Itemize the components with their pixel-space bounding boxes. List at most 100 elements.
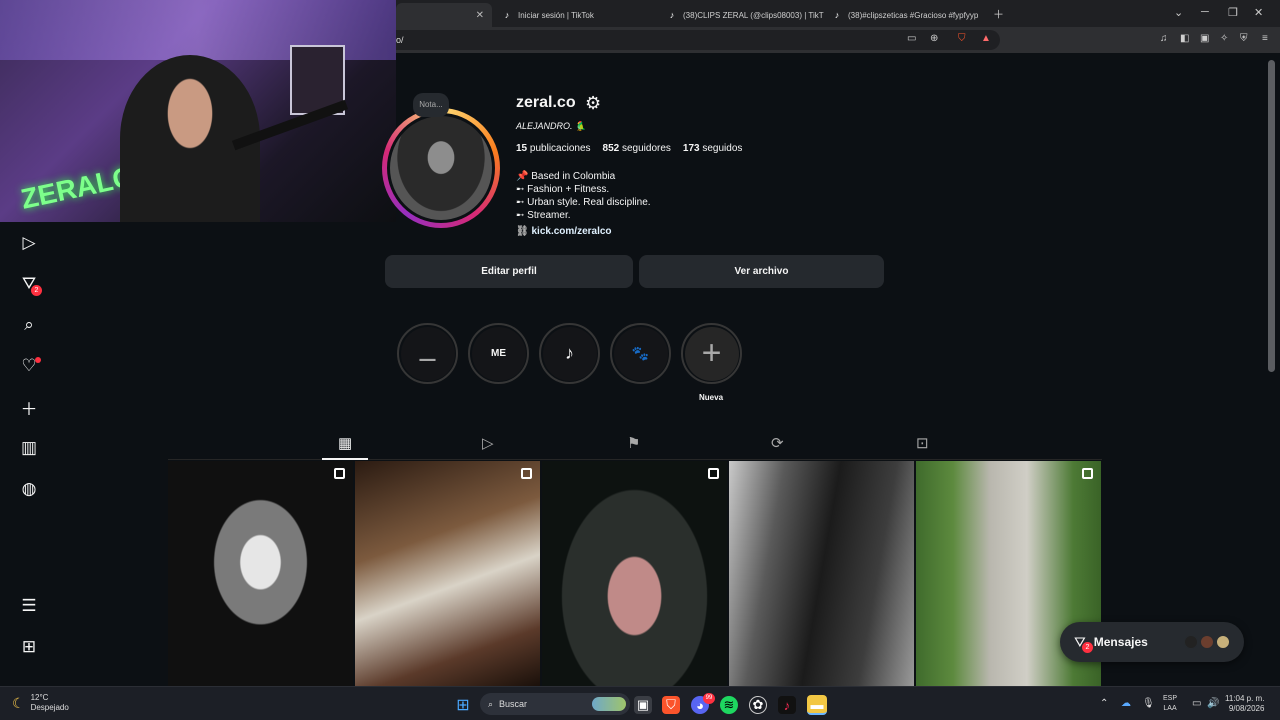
music-note-icon: ♪ <box>542 326 597 381</box>
volume-icon[interactable]: 🔊 <box>1207 698 1219 709</box>
more-menu-icon[interactable]: ☰ <box>19 596 39 616</box>
tab-saved-bookmark-icon[interactable]: ⚑ <box>627 434 640 452</box>
cast-icon[interactable]: ▭ <box>907 33 916 44</box>
tab-posts-grid-icon[interactable]: ▦ <box>338 434 352 452</box>
highlight-me[interactable]: ME <box>468 323 529 384</box>
tiktok-icon: ♪ <box>504 10 510 20</box>
browser-tab-clips[interactable]: ♪ (38)CLIPS ZERAL (@clips08003) | TikT <box>659 3 824 27</box>
highlight-new[interactable]: + <box>681 323 742 384</box>
tab-tagged-icon[interactable]: ⊡ <box>916 434 929 452</box>
tab-title: (38)#clipszeticas #Gracioso #fypfyyp <box>848 10 979 20</box>
screen: ✕ ♪ Iniciar sesión | TikTok ♪ (38)CLIPS … <box>0 0 1280 720</box>
windows-taskbar: ☾ 12°C Despejado ⊞ ⌕ Buscar ▣ ⛉ ◕ 99 ≋ ✿… <box>0 686 1280 720</box>
restore-icon[interactable]: ❐ <box>1228 6 1238 19</box>
notifications-dot <box>35 357 41 363</box>
following-label: seguidos <box>702 143 743 154</box>
brave-rewards-icon[interactable]: ▲ <box>981 33 991 44</box>
vpn-icon[interactable]: ⛨ <box>1240 33 1248 44</box>
brave-shield-icon[interactable]: ⛉ <box>958 33 966 44</box>
bio-line: ➸ Urban style. Real discipline. <box>516 197 651 208</box>
browser-tab-tiktok-login[interactable]: ♪ Iniciar sesión | TikTok <box>494 3 659 27</box>
following-stat[interactable]: 173 seguidos <box>683 143 743 154</box>
avatar <box>1184 635 1198 649</box>
close-tab-icon[interactable]: ✕ <box>476 10 484 21</box>
tiktok-icon: ♪ <box>834 10 840 20</box>
brave-browser-icon[interactable]: ⛉ <box>662 696 680 714</box>
media-icon[interactable]: ♫ <box>1160 33 1168 44</box>
chatgpt-icon[interactable]: ✿ <box>749 696 767 714</box>
profile-avatar-icon[interactable]: ◍ <box>19 479 39 499</box>
followers-label: seguidores <box>621 143 671 154</box>
post-thumbnail[interactable] <box>729 461 914 686</box>
tab-reels-icon[interactable]: ▷ <box>482 434 494 452</box>
language-code: ESP <box>1163 695 1178 702</box>
posts-count: 15 <box>516 143 528 154</box>
bio-link[interactable]: ⛓ kick.com/zeralco <box>516 226 612 237</box>
post-thumbnail[interactable] <box>542 461 727 686</box>
bio-line: ➸ Fashion + Fitness. <box>516 184 610 195</box>
reels-icon[interactable]: ▷ <box>19 233 39 253</box>
tab-search-chevron-icon[interactable]: ⌄ <box>1174 6 1183 19</box>
tab-title: Iniciar sesión | TikTok <box>518 10 594 20</box>
task-view-icon[interactable]: ▣ <box>634 696 652 714</box>
carousel-icon <box>521 468 532 479</box>
posts-label: publicaciones <box>529 143 591 154</box>
view-archive-button[interactable]: Ver archivo <box>639 255 884 288</box>
highlight-music[interactable]: ♪ <box>539 323 600 384</box>
messages-label: Mensajes <box>1093 635 1148 649</box>
tiktok-icon[interactable]: ♪ <box>778 696 796 714</box>
browser-tab-active[interactable]: ✕ <box>396 3 492 27</box>
bio-line: 📌 Based in Colombia <box>516 171 616 182</box>
zoom-icon[interactable]: ⊕ <box>930 33 938 44</box>
new-tab-icon[interactable]: ＋ <box>993 6 1004 22</box>
spotify-icon[interactable]: ≋ <box>720 696 738 714</box>
tabs-divider <box>168 459 1102 460</box>
leo-ai-icon[interactable]: ✧ <box>1220 33 1228 44</box>
microphone-icon[interactable]: 🎙 <box>1142 698 1155 709</box>
search-icon: ⌕ <box>488 698 494 709</box>
weather-condition: Despejado <box>30 703 69 712</box>
clock-time: 11:04 p. m. <box>1225 694 1265 703</box>
discord-badge: 99 <box>703 693 715 704</box>
highlight-dumbbell[interactable]: ⚊ <box>397 323 458 384</box>
network-icon[interactable]: ▭ <box>1192 698 1201 709</box>
followers-count: 852 <box>602 143 620 154</box>
windows-start-icon[interactable]: ⊞ <box>454 696 472 714</box>
minimize-icon[interactable]: ─ <box>1201 6 1209 18</box>
sidebar-icon[interactable]: ◧ <box>1180 33 1189 44</box>
profile-stats: 15 publicaciones 852 seguidores 173 segu… <box>516 143 742 154</box>
dumbbell-icon: ⚊ <box>400 326 455 381</box>
language-indicator[interactable]: ESP LAA <box>1163 694 1177 714</box>
active-tab-indicator <box>322 458 368 460</box>
onedrive-icon[interactable]: ☁ <box>1121 698 1131 709</box>
menu-icon[interactable]: ≡ <box>1262 33 1268 44</box>
create-plus-icon[interactable]: ＋ <box>19 397 39 419</box>
page-scrollbar[interactable] <box>1268 60 1275 372</box>
browser-tab-hashtags[interactable]: ♪ (38)#clipszeticas #Gracioso #fypfyyp <box>824 3 984 27</box>
tray-chevron-icon[interactable]: ⌃ <box>1100 698 1108 709</box>
clock-date: 9/08/2026 <box>1228 704 1265 713</box>
messages-button[interactable]: ⛛ 2 Mensajes <box>1060 622 1244 662</box>
file-explorer-icon[interactable]: ▬ <box>807 695 827 715</box>
dashboard-icon[interactable]: ▥ <box>19 438 39 458</box>
keyboard-layout: LAA <box>1163 705 1177 712</box>
settings-gear-icon[interactable]: ⚙ <box>585 93 601 114</box>
avatar <box>1200 635 1214 649</box>
clock[interactable]: 11:04 p. m. 9/08/2026 <box>1225 694 1264 714</box>
highlight-paw[interactable]: 🐾 <box>610 323 671 384</box>
weather-widget[interactable]: ☾ 12°C Despejado <box>12 693 69 713</box>
plus-icon: + <box>684 326 739 381</box>
post-thumbnail[interactable] <box>168 461 353 686</box>
search-icon[interactable]: ⌕ <box>19 315 39 335</box>
also-from-meta-icon[interactable]: ⊞ <box>19 637 39 657</box>
edit-profile-button[interactable]: Editar perfil <box>385 255 633 288</box>
profile-avatar[interactable] <box>387 113 495 223</box>
tab-reposts-icon[interactable]: ⟳ <box>771 434 784 452</box>
close-window-icon[interactable]: ✕ <box>1254 6 1263 19</box>
moon-icon: ☾ <box>12 694 25 711</box>
taskbar-search[interactable]: ⌕ Buscar <box>480 693 630 715</box>
followers-stat[interactable]: 852 seguidores <box>603 143 671 154</box>
note-bubble[interactable]: Nota... <box>413 93 449 117</box>
wallet-icon[interactable]: ▣ <box>1200 33 1209 44</box>
post-thumbnail[interactable] <box>355 461 540 686</box>
